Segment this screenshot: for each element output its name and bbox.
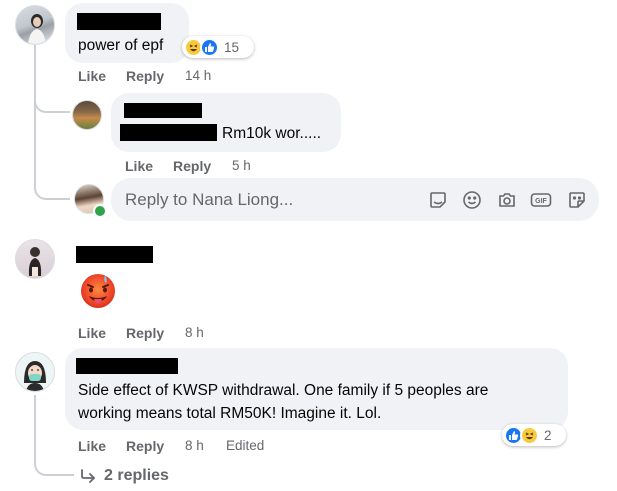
like-reaction-icon xyxy=(200,37,219,57)
gif-icon[interactable]: GIF xyxy=(530,189,552,211)
thread-branch xyxy=(34,170,70,200)
avatar[interactable] xyxy=(15,5,55,45)
sticker-face-icon[interactable] xyxy=(427,189,449,211)
online-status-dot xyxy=(93,204,107,218)
avatar[interactable] xyxy=(15,352,55,392)
comment-text-line-2: working means total RM50K! Imagine it. L… xyxy=(78,405,382,422)
like-button[interactable]: Like xyxy=(78,438,106,454)
view-replies-link[interactable]: 2 replies xyxy=(80,467,169,485)
thread-line xyxy=(34,45,36,173)
reply-button[interactable]: Reply xyxy=(126,325,164,341)
like-button[interactable]: Like xyxy=(78,68,106,84)
comment-bubble: Rm10k wor..... xyxy=(111,93,341,152)
redacted-author-name xyxy=(76,358,178,374)
edited-label: Edited xyxy=(226,438,265,453)
avatar-photo xyxy=(24,361,46,391)
thread-branch xyxy=(34,448,74,476)
timestamp[interactable]: 8 h xyxy=(185,438,204,453)
like-button[interactable]: Like xyxy=(125,158,153,174)
view-replies-label: 2 replies xyxy=(104,467,169,484)
haha-reaction-icon xyxy=(520,425,539,445)
comment-bubble: power of epf xyxy=(65,3,189,63)
avatar[interactable] xyxy=(72,100,102,130)
redacted-author-name xyxy=(77,13,161,30)
reaction-count: 15 xyxy=(224,39,240,55)
hot-face-emoji xyxy=(78,270,118,310)
timestamp[interactable]: 5 h xyxy=(232,158,251,173)
reaction-summary[interactable]: 15 xyxy=(182,36,254,58)
redacted-mention xyxy=(120,124,217,141)
reaction-count: 2 xyxy=(544,427,552,443)
reply-input[interactable]: Reply to Nana Liong... GIF xyxy=(111,178,599,221)
timestamp[interactable]: 14 h xyxy=(185,68,211,83)
reply-button[interactable]: Reply xyxy=(126,68,164,84)
reaction-summary[interactable]: 2 xyxy=(502,424,566,446)
reply-button[interactable]: Reply xyxy=(173,158,211,174)
camera-icon[interactable] xyxy=(496,189,518,211)
avatar[interactable] xyxy=(15,239,55,279)
avatar-photo xyxy=(28,14,46,44)
comment-text: Rm10k wor..... xyxy=(222,125,322,142)
redacted-author-name xyxy=(124,103,202,118)
reply-arrow-icon xyxy=(80,469,96,483)
sticker-icon[interactable] xyxy=(566,189,588,211)
comment-text: power of epf xyxy=(78,37,164,54)
reply-input-placeholder: Reply to Nana Liong... xyxy=(125,190,294,209)
timestamp[interactable]: 8 h xyxy=(185,325,204,340)
redacted-author-name xyxy=(76,246,153,263)
comment-bubble: Side effect of KWSP withdrawal. One fami… xyxy=(65,348,568,430)
emoji-icon[interactable] xyxy=(461,189,483,211)
avatar-photo xyxy=(28,247,42,276)
like-button[interactable]: Like xyxy=(78,325,106,341)
comment-text-line-1: Side effect of KWSP withdrawal. One fami… xyxy=(78,382,489,399)
thread-branch xyxy=(34,85,70,113)
svg-text:GIF: GIF xyxy=(535,198,547,205)
reply-button[interactable]: Reply xyxy=(126,438,164,454)
